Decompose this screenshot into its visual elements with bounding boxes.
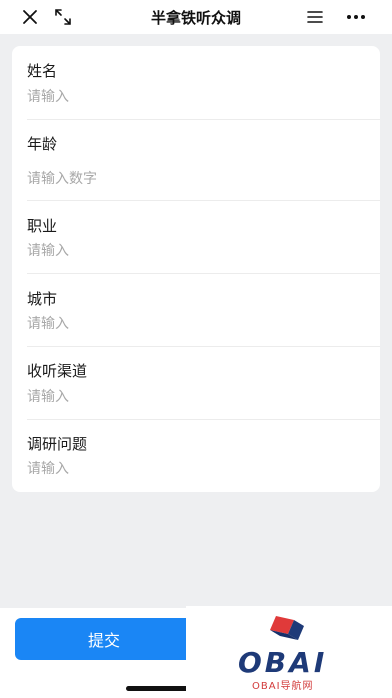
more-icon[interactable]: [344, 6, 368, 28]
age-input[interactable]: [27, 168, 357, 190]
logo-text: OBAI: [238, 646, 328, 679]
submit-button[interactable]: 提交: [15, 618, 193, 660]
field-question: 调研问题: [12, 420, 380, 492]
logo-subtitle: OBAI导航网: [252, 681, 314, 692]
field-label: 姓名: [27, 62, 58, 80]
channel-input[interactable]: [27, 386, 357, 408]
field-city: 城市: [12, 274, 380, 346]
field-name: 姓名: [12, 46, 380, 119]
name-input[interactable]: [27, 86, 357, 108]
field-channel: 收听渠道: [12, 347, 380, 419]
field-label: 调研问题: [27, 435, 88, 453]
field-label: 职业: [27, 217, 58, 235]
field-occupation: 职业: [12, 201, 380, 273]
form-card: 姓名 年龄 职业 城市 收听渠道 调研问题: [12, 46, 380, 492]
menu-icon[interactable]: [303, 6, 327, 28]
top-bar: 半拿铁听众调: [0, 0, 392, 34]
field-age: 年龄: [12, 120, 380, 200]
field-label: 收听渠道: [27, 362, 88, 380]
field-label: 城市: [27, 290, 58, 308]
cube-icon: [270, 616, 304, 640]
question-input[interactable]: [27, 458, 357, 480]
page-title: 半拿铁听众调: [150, 9, 241, 27]
field-label: 年龄: [27, 135, 58, 153]
city-input[interactable]: [27, 313, 357, 335]
watermark-logo: OBAI OBAI导航网: [186, 606, 392, 698]
occupation-input[interactable]: [27, 240, 357, 262]
